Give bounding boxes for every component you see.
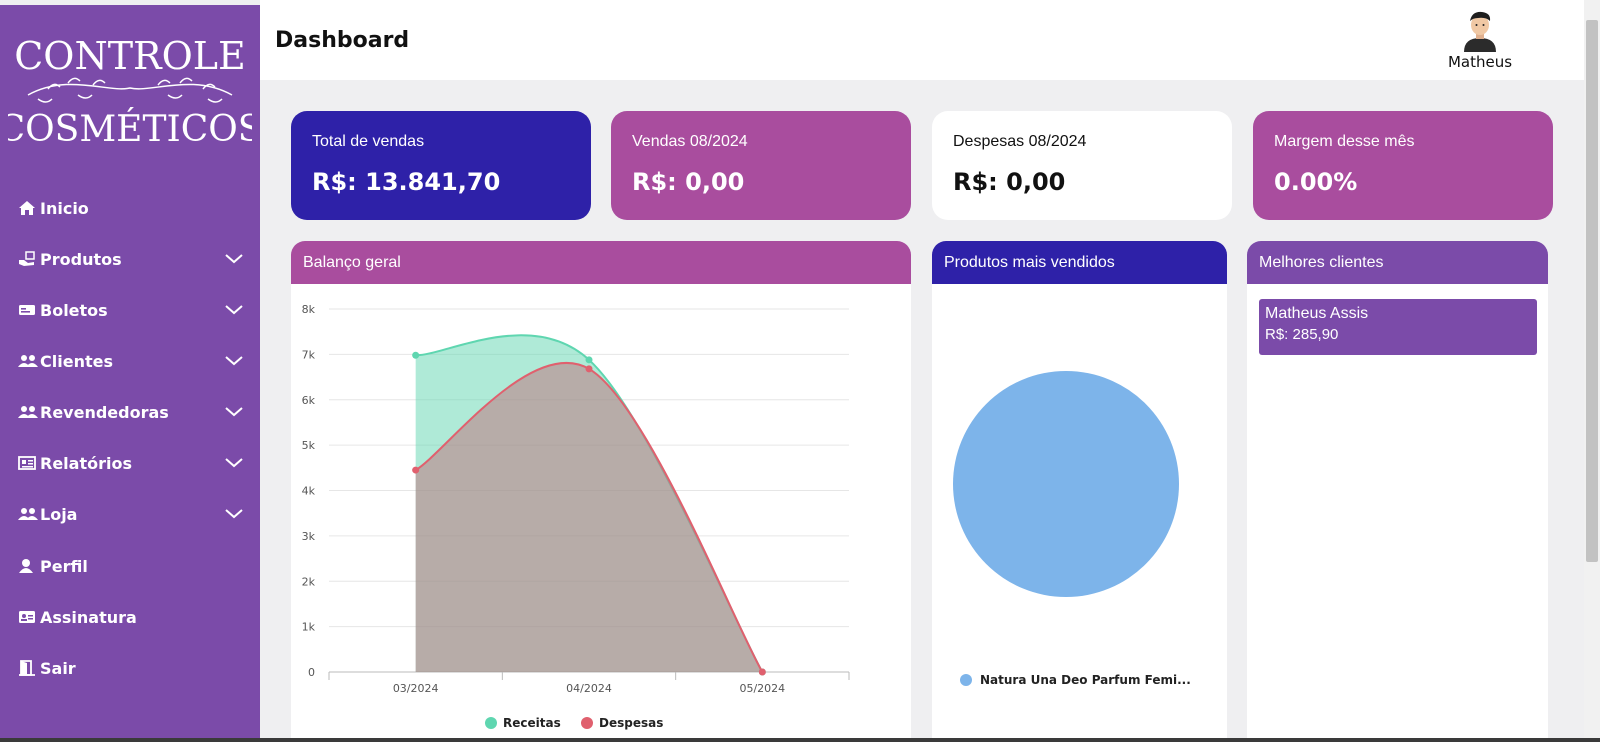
card-label: Total de vendas	[312, 133, 425, 150]
products-hand-icon	[18, 250, 38, 268]
data-point	[758, 668, 766, 676]
y-tick-label: 3k	[302, 530, 316, 543]
users-icon	[18, 352, 38, 370]
pie-slice	[953, 371, 1179, 597]
sidebar-item-loja[interactable]: Loja	[18, 499, 248, 529]
sidebar-item-label: Inicio	[40, 198, 89, 218]
x-tick-label: 05/2024	[739, 682, 785, 695]
data-point	[585, 356, 593, 364]
logo-leaf-ornament	[27, 77, 233, 103]
chevron-down-icon[interactable]	[224, 301, 244, 319]
chevron-down-icon[interactable]	[224, 352, 244, 370]
data-point	[585, 365, 593, 373]
sidebar-item-label: Assinatura	[40, 607, 137, 627]
user-name[interactable]: Matheus	[1430, 53, 1530, 71]
sidebar-item-boletos[interactable]: Boletos	[18, 295, 248, 325]
y-tick-label: 6k	[302, 394, 316, 407]
sidebar-item-perfil[interactable]: Perfil	[18, 551, 248, 581]
sidebar-item-label: Relatórios	[40, 453, 132, 473]
sidebar-item-label: Perfil	[40, 556, 88, 576]
sidebar-item-label: Loja	[40, 504, 78, 524]
card-monthly-sales: Vendas 08/2024 R$: 0,00	[611, 111, 911, 220]
sidebar-item-label: Produtos	[40, 249, 122, 269]
card-value: 0.00%	[1274, 168, 1358, 196]
data-point	[412, 466, 420, 474]
logo-image: CONTROLE COSMÉTICOS	[0, 34, 262, 150]
card-label: Despesas 08/2024	[953, 133, 1087, 150]
top-products-pie-chart: Natura Una Deo Parfum Femi...	[953, 371, 1191, 687]
users-icon	[18, 505, 38, 523]
balance-area-chart: 0 1k 2k 3k 4k 5k 6k 7k 8k 03/2024 04/2024 05/2024 Re…	[302, 303, 850, 730]
sidebar-item-label: Revendedoras	[40, 402, 169, 422]
panel-title: Produtos mais vendidos	[932, 241, 1227, 284]
vertical-scrollbar[interactable]	[1584, 0, 1600, 742]
panel-top-products: Produtos mais vendidos Natura Una Deo Pa…	[932, 241, 1227, 742]
client-amount: R$: 285,90	[1265, 326, 1339, 343]
top-header: Dashboard Matheus	[260, 0, 1584, 80]
legend-label: Receitas	[503, 716, 561, 730]
newspaper-icon	[18, 454, 38, 472]
y-tick-label: 4k	[302, 485, 316, 498]
card-value: R$: 0,00	[953, 168, 1066, 196]
card-label: Vendas 08/2024	[632, 133, 748, 150]
sidebar-item-label: Boletos	[40, 300, 108, 320]
card-monthly-margin: Margem desse mês 0.00%	[1253, 111, 1553, 220]
sidebar-item-relatorios[interactable]: Relatórios	[18, 448, 248, 478]
card-total-sales: Total de vendas R$: 13.841,70	[291, 111, 591, 220]
y-tick-label: 7k	[302, 348, 316, 361]
data-point	[412, 351, 420, 359]
door-exit-icon	[18, 659, 38, 677]
card-value: R$: 0,00	[632, 168, 745, 196]
panel-balance: Balanço geral 0 1k 2k 3k 4k 5k 6k 7k 8k 03/2024 04…	[291, 241, 911, 742]
user-icon	[18, 557, 38, 575]
panel-title: Balanço geral	[291, 241, 911, 284]
users-icon	[18, 403, 38, 421]
y-tick-label: 5k	[302, 439, 316, 452]
avatar[interactable]	[1458, 8, 1502, 52]
client-name: Matheus Assis	[1265, 305, 1369, 322]
sidebar-item-clientes[interactable]: Clientes	[18, 346, 248, 376]
y-tick-label: 0	[308, 666, 315, 679]
chevron-down-icon[interactable]	[224, 403, 244, 421]
logo-text-bottom: COSMÉTICOS	[8, 108, 252, 150]
logo-text-top: CONTROLE	[14, 34, 246, 78]
id-card-icon	[18, 608, 38, 626]
sidebar-item-label: Sair	[40, 658, 76, 678]
sidebar-item-inicio[interactable]: Inicio	[18, 193, 248, 223]
sidebar-item-sair[interactable]: Sair	[18, 653, 248, 683]
card-label: Margem desse mês	[1274, 133, 1415, 150]
legend-marker	[581, 717, 593, 729]
chevron-down-icon[interactable]	[224, 250, 244, 268]
card-value: R$: 13.841,70	[312, 168, 501, 196]
legend-label: Despesas	[599, 716, 663, 730]
x-tick-label: 03/2024	[393, 682, 439, 695]
y-tick-label: 1k	[302, 621, 316, 634]
panel-top-clients: Melhores clientes Matheus Assis R$: 285,…	[1247, 241, 1548, 742]
sidebar: CONTROLE COSMÉTICOS Inicio Produtos Bole…	[0, 5, 262, 742]
legend-marker	[960, 674, 972, 686]
y-tick-label: 8k	[302, 303, 316, 316]
card-monthly-expenses: Despesas 08/2024 R$: 0,00	[932, 111, 1232, 220]
sidebar-item-assinatura[interactable]: Assinatura	[18, 602, 248, 632]
bottom-edge	[0, 738, 1600, 742]
y-tick-label: 2k	[302, 575, 316, 588]
money-bill-icon	[18, 301, 38, 319]
client-card[interactable]: Matheus Assis R$: 285,90	[1259, 299, 1537, 355]
home-icon	[18, 199, 38, 217]
legend-label: Natura Una Deo Parfum Femi...	[980, 673, 1191, 687]
page-title: Dashboard	[275, 28, 410, 53]
x-tick-label: 04/2024	[566, 682, 612, 695]
chevron-down-icon[interactable]	[224, 505, 244, 523]
scrollbar-thumb[interactable]	[1586, 20, 1598, 562]
sidebar-item-revendedoras[interactable]: Revendedoras	[18, 397, 248, 427]
legend-marker	[485, 717, 497, 729]
logo: CONTROLE COSMÉTICOS	[0, 33, 262, 151]
sidebar-item-produtos[interactable]: Produtos	[18, 244, 248, 274]
chevron-down-icon[interactable]	[224, 454, 244, 472]
panel-title: Melhores clientes	[1247, 241, 1548, 284]
sidebar-item-label: Clientes	[40, 351, 113, 371]
